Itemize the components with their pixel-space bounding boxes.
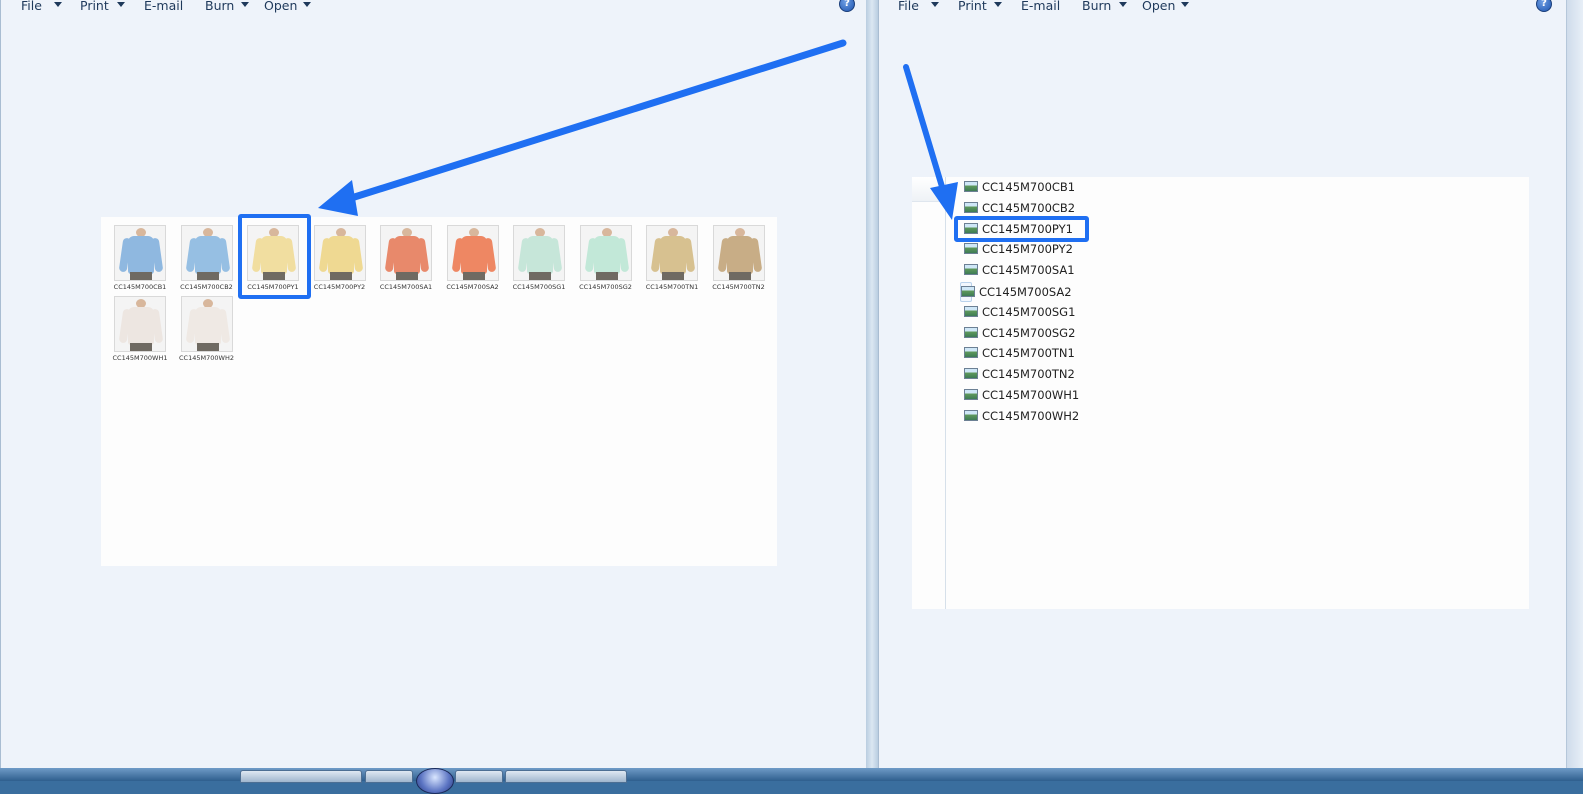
image-file-icon bbox=[964, 201, 978, 213]
image-file-icon bbox=[964, 368, 978, 380]
file-name: CC145M700SA1 bbox=[982, 263, 1075, 278]
image-file-icon bbox=[961, 286, 975, 297]
chevron-down-icon[interactable] bbox=[241, 2, 249, 7]
thumbnail-view: CC145M700CB1 CC145M700CB2 CC145M700PY1 CC14… bbox=[101, 217, 777, 566]
window-divider bbox=[866, 0, 878, 768]
thumbnail-label: CC145M700SA1 bbox=[379, 283, 433, 291]
file-name: CC145M700SG2 bbox=[982, 325, 1076, 340]
menu-burn[interactable]: Burn bbox=[205, 0, 234, 13]
file-name: CC145M700TN2 bbox=[982, 367, 1075, 382]
start-button[interactable] bbox=[416, 768, 454, 794]
chevron-down-icon[interactable] bbox=[1119, 2, 1127, 7]
shirt-photo-icon bbox=[513, 225, 565, 281]
highlight-box-thumbnail bbox=[238, 214, 311, 299]
thumbnail-item[interactable]: CC145M700TN1 bbox=[644, 221, 700, 291]
file-name: CC145M700PY2 bbox=[982, 242, 1073, 257]
help-icon[interactable]: ? bbox=[1536, 0, 1552, 12]
shirt-photo-icon bbox=[180, 225, 233, 281]
highlight-box-file-entry bbox=[954, 216, 1089, 242]
thumbnail-item[interactable]: CC145M700CB1 bbox=[112, 221, 168, 291]
chevron-down-icon[interactable] bbox=[303, 2, 311, 7]
file-name: CC145M700TN1 bbox=[982, 346, 1075, 361]
file-name: CC145M700SA2 bbox=[979, 285, 1072, 299]
shirt-photo-icon bbox=[180, 296, 233, 352]
thumbnail-label: CC145M700TN1 bbox=[645, 283, 699, 291]
shirt-photo-icon bbox=[313, 225, 366, 281]
taskbar-button[interactable] bbox=[240, 770, 362, 783]
right-command-bar: File Print E-mail Burn Open ? bbox=[879, 0, 1583, 16]
thumbnail-label: CC145M700SG2 bbox=[579, 283, 632, 291]
navigation-pane-header bbox=[912, 177, 945, 202]
menu-file[interactable]: File bbox=[21, 0, 42, 13]
thumbnail-item[interactable]: CC145M700TN2 bbox=[711, 221, 767, 291]
taskbar-button[interactable] bbox=[455, 770, 503, 783]
file-name: CC145M700CB2 bbox=[982, 200, 1076, 215]
taskbar bbox=[0, 768, 1583, 783]
file-name: CC145M700CB1 bbox=[982, 180, 1076, 194]
shirt-photo-icon bbox=[446, 225, 499, 281]
chevron-down-icon[interactable] bbox=[994, 2, 1002, 7]
thumbnail-item[interactable]: CC145M700CB2 bbox=[179, 221, 235, 291]
thumbnail-label: CC145M700TN2 bbox=[712, 283, 765, 291]
left-explorer-window: File Print E-mail Burn Open ? CC145M700C… bbox=[0, 0, 867, 768]
chevron-down-icon[interactable] bbox=[1181, 2, 1189, 7]
shirt-photo-icon bbox=[380, 225, 432, 281]
image-file-icon bbox=[964, 409, 978, 421]
shirt-photo-icon bbox=[712, 225, 765, 281]
menu-email[interactable]: E-mail bbox=[144, 0, 183, 13]
image-file-icon bbox=[964, 305, 978, 317]
shirt-photo-icon bbox=[646, 225, 698, 281]
image-file-icon bbox=[964, 347, 978, 359]
taskbar-button[interactable] bbox=[505, 770, 627, 783]
shirt-photo-icon bbox=[114, 225, 166, 281]
image-file-icon bbox=[964, 181, 978, 192]
help-icon[interactable]: ? bbox=[839, 0, 855, 12]
file-name: CC145M700WH2 bbox=[982, 408, 1080, 423]
menu-open[interactable]: Open bbox=[1142, 0, 1175, 13]
file-name: CC145M700SG1 bbox=[982, 304, 1076, 319]
thumbnail-item[interactable]: CC145M700SA1 bbox=[378, 221, 434, 291]
thumbnail-item[interactable]: CC145M700WH2 bbox=[179, 292, 235, 362]
shirt-photo-icon bbox=[579, 225, 632, 281]
thumbnail-label: CC145M700PY2 bbox=[313, 283, 366, 291]
menu-file[interactable]: File bbox=[898, 0, 919, 13]
thumbnail-item[interactable]: CC145M700SG1 bbox=[511, 221, 567, 291]
thumbnail-item[interactable]: CC145M700SG2 bbox=[578, 221, 634, 291]
right-explorer-window: File Print E-mail Burn Open ? CC145M700C… bbox=[878, 0, 1583, 768]
menu-burn[interactable]: Burn bbox=[1082, 0, 1111, 13]
thumbnail-item[interactable]: CC145M700SA2 bbox=[445, 221, 501, 291]
image-file-icon bbox=[964, 389, 978, 400]
file-list-item[interactable]: CC145M700SA2 bbox=[960, 282, 1072, 302]
menu-email[interactable]: E-mail bbox=[1021, 0, 1060, 13]
image-file-icon bbox=[964, 264, 978, 276]
menu-print[interactable]: Print bbox=[80, 0, 109, 13]
thumbnail-label: CC145M700WH2 bbox=[179, 354, 234, 362]
navigation-pane[interactable] bbox=[912, 177, 946, 609]
chevron-down-icon[interactable] bbox=[931, 2, 939, 7]
chevron-down-icon[interactable] bbox=[117, 2, 125, 7]
thumbnail-label: CC145M700SA2 bbox=[446, 283, 499, 291]
thumbnail-item[interactable]: CC145M700PY2 bbox=[312, 221, 368, 291]
thumbnail-label: CC145M700WH1 bbox=[112, 354, 168, 362]
menu-print[interactable]: Print bbox=[958, 0, 987, 13]
image-file-icon bbox=[964, 326, 978, 338]
window-border bbox=[1566, 0, 1583, 768]
thumbnail-label: CC145M700SG1 bbox=[512, 283, 566, 291]
taskbar-button[interactable] bbox=[365, 770, 413, 783]
thumbnail-item[interactable]: CC145M700WH1 bbox=[112, 292, 168, 362]
image-file-icon bbox=[964, 243, 978, 255]
file-name: CC145M700WH1 bbox=[982, 388, 1080, 402]
menu-open[interactable]: Open bbox=[264, 0, 297, 13]
shirt-photo-icon bbox=[114, 296, 166, 352]
chevron-down-icon[interactable] bbox=[54, 2, 62, 7]
thumbnail-label: CC145M700CB2 bbox=[180, 283, 233, 291]
thumbnail-label: CC145M700CB1 bbox=[113, 283, 167, 291]
left-command-bar: File Print E-mail Burn Open ? bbox=[1, 0, 866, 16]
